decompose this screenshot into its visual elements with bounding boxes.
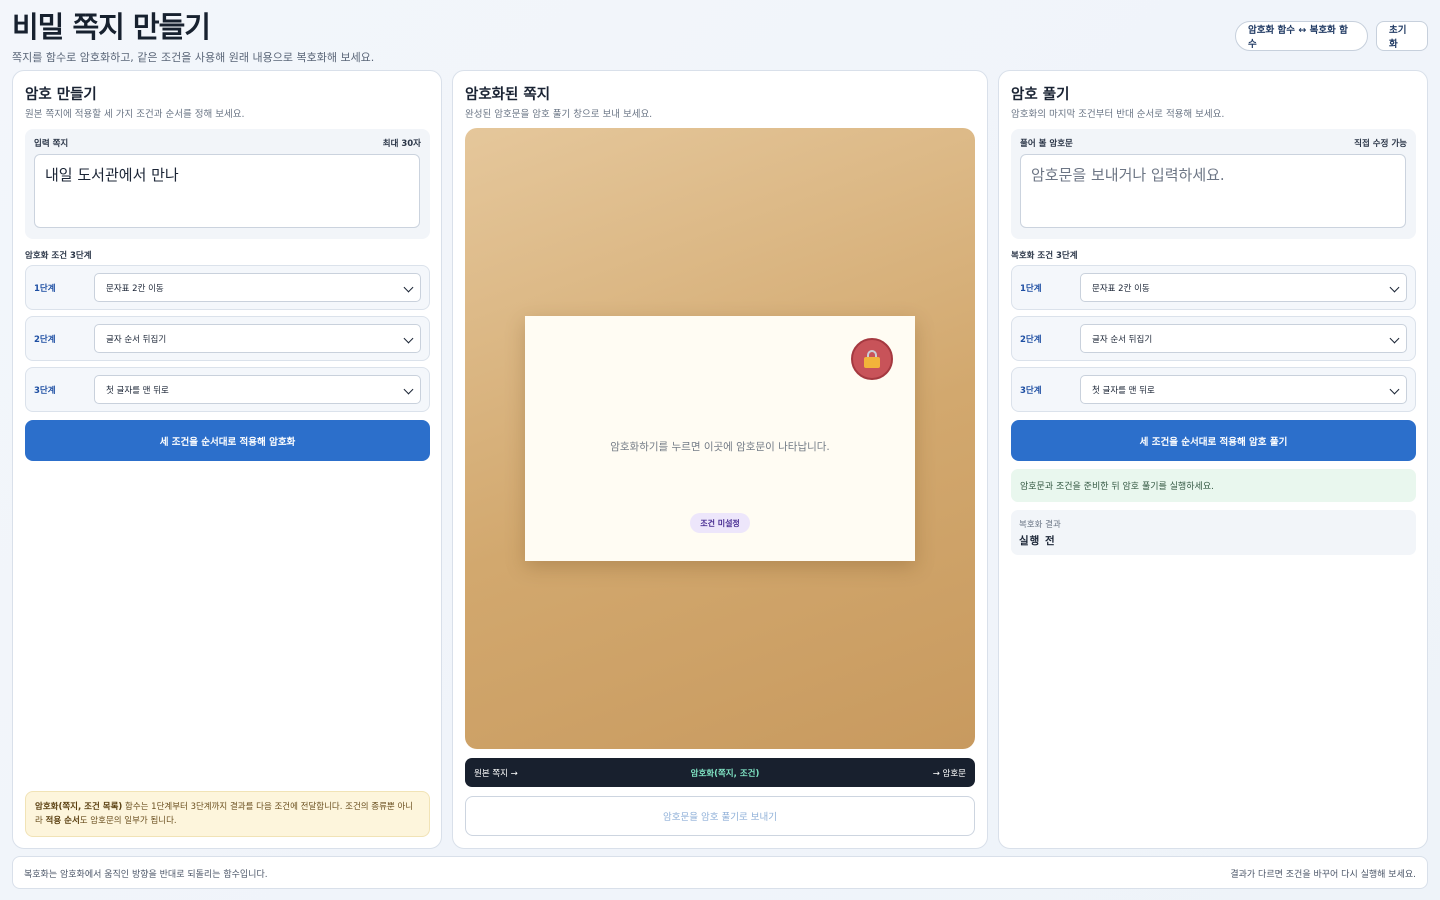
decrypt-step-3: 3단계 첫 글자를 맨 뒤로	[1011, 367, 1416, 412]
decrypt-input-box: 풀어 볼 암호문 직접 수정 가능 암호문을 보내거나 입력하세요.	[1011, 129, 1416, 239]
toggle-function-button[interactable]: 암호화 함수 ↔ 복호화 함수	[1235, 21, 1368, 51]
chevron-down-icon	[403, 282, 414, 293]
decrypt-button[interactable]: 세 조건을 순서대로 적용해 암호 풀기	[1011, 420, 1416, 461]
encrypt-step-2-select[interactable]: 글자 순서 뒤집기	[94, 324, 421, 353]
encrypt-panel-description: 원본 쪽지에 적용할 세 가지 조건과 순서를 정해 보세요.	[25, 109, 245, 120]
decrypt-status-message: 암호문과 조건을 준비한 뒤 암호 풀기를 실행하세요.	[1011, 469, 1416, 502]
note-order: 적용 순서	[45, 816, 80, 826]
decrypt-result-box: 복호화 결과 실행 전	[1011, 510, 1416, 555]
encrypt-step-3-select[interactable]: 첫 글자를 맨 뒤로	[94, 375, 421, 404]
decrypt-panel-description: 암호화의 마지막 조건부터 반대 순서로 적용해 보세요.	[1011, 109, 1225, 120]
encrypt-step-1-label: 1단계	[34, 284, 56, 294]
chevron-down-icon	[403, 384, 414, 395]
encrypt-step-1-select[interactable]: 문자표 2칸 이동	[94, 273, 421, 302]
cipher-panel: 암호화된 쪽지 완성된 암호문을 암호 풀기 창으로 보내 보세요. 암호화하기…	[452, 70, 988, 849]
encrypt-step-2: 2단계 글자 순서 뒤집기	[25, 316, 430, 361]
footer: 복호화는 암호화에서 움직인 방향을 반대로 되돌리는 함수입니다. 결과가 다…	[12, 856, 1428, 889]
reset-button[interactable]: 초기화	[1376, 21, 1428, 51]
decrypt-step-1-select[interactable]: 문자표 2칸 이동	[1080, 273, 1407, 302]
decrypt-step-2-select[interactable]: 글자 순서 뒤집기	[1080, 324, 1407, 353]
encrypt-step-2-value: 글자 순서 뒤집기	[106, 334, 167, 345]
status-badge: 조건 미설정	[690, 513, 750, 533]
page-header: 비밀 쪽지 만들기 쪽지를 함수로 암호화하고, 같은 조건을 사용해 원래 내…	[12, 8, 1428, 64]
encrypt-input-box: 입력 쪽지 최대 30자 내일 도서관에서 만나	[25, 129, 430, 239]
decrypt-step-1: 1단계 문자표 2칸 이동	[1011, 265, 1416, 310]
decrypt-step-2: 2단계 글자 순서 뒤집기	[1011, 316, 1416, 361]
decrypt-input-label: 풀어 볼 암호문	[1020, 139, 1073, 149]
decrypt-result-label: 복호화 결과	[1019, 520, 1061, 530]
footer-right-text: 결과가 다르면 조건을 바꾸어 다시 실행해 보세요.	[1230, 870, 1416, 880]
encrypt-note: 암호화(쪽지, 조건 목록) 함수는 1단계부터 3단계까지 결과를 다음 조건…	[25, 791, 430, 837]
encrypt-panel: 암호 만들기 원본 쪽지에 적용할 세 가지 조건과 순서를 정해 보세요. 입…	[12, 70, 442, 849]
header-actions: 암호화 함수 ↔ 복호화 함수 초기화	[1235, 21, 1428, 51]
chevron-down-icon	[1389, 282, 1400, 293]
encrypt-step-2-label: 2단계	[34, 335, 56, 345]
lock-icon	[864, 350, 880, 368]
ciphertext-input[interactable]: 암호문을 보내거나 입력하세요.	[1020, 154, 1406, 228]
encrypt-step-3-label: 3단계	[34, 386, 56, 396]
decrypt-step-1-value: 문자표 2칸 이동	[1092, 283, 1150, 294]
decrypt-step-3-label: 3단계	[1020, 386, 1042, 396]
chevron-down-icon	[403, 333, 414, 344]
decrypt-step-1-label: 1단계	[1020, 284, 1042, 294]
encrypt-step-1-value: 문자표 2칸 이동	[106, 283, 164, 294]
decrypt-result-value: 실행 전	[1019, 535, 1056, 547]
wax-seal	[851, 338, 893, 380]
message-input[interactable]: 내일 도서관에서 만나	[34, 154, 420, 228]
chevron-down-icon	[1389, 333, 1400, 344]
decrypt-panel-title: 암호 풀기	[1011, 87, 1070, 103]
encrypt-input-label: 입력 쪽지	[34, 139, 69, 149]
encrypt-panel-title: 암호 만들기	[25, 87, 97, 103]
decrypt-steps-label: 복호화 조건 3단계	[1011, 251, 1078, 261]
send-to-decrypt-button[interactable]: 암호문을 암호 풀기로 보내기	[465, 796, 975, 836]
encrypt-button[interactable]: 세 조건을 순서대로 적용해 암호화	[25, 420, 430, 461]
footer-left-text: 복호화는 암호화에서 움직인 방향을 반대로 되돌리는 함수입니다.	[24, 870, 268, 880]
decrypt-panel: 암호 풀기 암호화의 마지막 조건부터 반대 순서로 적용해 보세요. 풀어 볼…	[998, 70, 1428, 849]
decrypt-step-3-value: 첫 글자를 맨 뒤로	[1092, 385, 1155, 396]
decrypt-step-2-label: 2단계	[1020, 335, 1042, 345]
encrypt-step-3: 3단계 첫 글자를 맨 뒤로	[25, 367, 430, 412]
flow-function: 암호화(쪽지, 조건)	[690, 769, 760, 779]
note-text-2: 도 암호문의 일부가 됩니다.	[79, 816, 177, 826]
cipher-card-text: 암호화하기를 누르면 이곳에 암호문이 나타납니다.	[610, 441, 830, 453]
cipher-panel-title: 암호화된 쪽지	[465, 87, 551, 103]
envelope: 암호화하기를 누르면 이곳에 암호문이 나타납니다. 조건 미설정	[465, 128, 975, 749]
chevron-down-icon	[1389, 384, 1400, 395]
decrypt-step-3-select[interactable]: 첫 글자를 맨 뒤로	[1080, 375, 1407, 404]
encrypt-input-hint: 최대 30자	[382, 139, 421, 149]
encrypt-steps-label: 암호화 조건 3단계	[25, 251, 92, 261]
flow-output: → 암호문	[932, 769, 966, 779]
page-title: 비밀 쪽지 만들기	[12, 10, 211, 44]
decrypt-input-hint: 직접 수정 가능	[1354, 139, 1407, 149]
page-subtitle: 쪽지를 함수로 암호화하고, 같은 조건을 사용해 원래 내용으로 복호화해 보…	[12, 51, 375, 64]
function-flow-bar: 원본 쪽지 → 암호화(쪽지, 조건) → 암호문	[465, 758, 975, 787]
cipher-panel-description: 완성된 암호문을 암호 풀기 창으로 보내 보세요.	[465, 109, 653, 120]
cipher-card: 암호화하기를 누르면 이곳에 암호문이 나타납니다. 조건 미설정	[525, 316, 915, 561]
decrypt-step-2-value: 글자 순서 뒤집기	[1092, 334, 1153, 345]
encrypt-step-1: 1단계 문자표 2칸 이동	[25, 265, 430, 310]
note-function-name: 암호화(쪽지, 조건 목록)	[35, 802, 123, 812]
encrypt-step-3-value: 첫 글자를 맨 뒤로	[106, 385, 169, 396]
